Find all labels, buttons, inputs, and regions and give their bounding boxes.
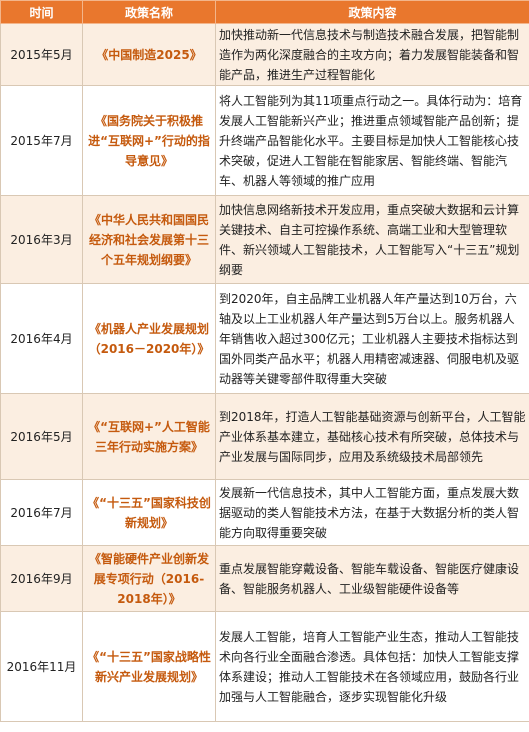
row-time: 2016年7月 (0, 479, 83, 546)
row-policy-name: 《智能硬件产业创新发展专项行动（2016-2018年）》 (82, 545, 216, 612)
row-time: 2015年7月 (0, 85, 83, 196)
policy-table: 时间 政策名称 政策内容 2015年5月 《中国制造2025》 加快推动新一代信… (0, 0, 529, 722)
row-policy-content: 发展人工智能，培育人工智能产业生态，推动人工智能技术向各行业全面融合渗透。具体包… (215, 611, 529, 722)
row-policy-content: 到2020年，自主品牌工业机器人年产量达到10万台，六轴及以上工业机器人年产量达… (215, 283, 529, 394)
header-policy-name: 政策名称 (82, 0, 216, 24)
table-row: 2016年4月 《机器人产业发展规划（2016－2020年）》 到2020年，自… (0, 283, 529, 394)
row-time: 2016年9月 (0, 545, 83, 612)
row-policy-name: 《中国制造2025》 (82, 23, 216, 86)
row-time: 2016年4月 (0, 283, 83, 394)
row-policy-content: 重点发展智能穿戴设备、智能车载设备、智能医疗健康设备、智能服务机器人、工业级智能… (215, 545, 529, 612)
row-time: 2016年11月 (0, 611, 83, 722)
table-header-row: 时间 政策名称 政策内容 (0, 0, 529, 24)
table-row: 2015年5月 《中国制造2025》 加快推动新一代信息技术与制造技术融合发展，… (0, 23, 529, 86)
table-row: 2016年11月 《“十三五”国家战略性新兴产业发展规划》 发展人工智能，培育人… (0, 611, 529, 722)
row-time: 2016年5月 (0, 393, 83, 480)
row-time: 2015年5月 (0, 23, 83, 86)
row-policy-content: 将人工智能列为其11项重点行动之一。具体行动为：培育发展人工智能新兴产业；推进重… (215, 85, 529, 196)
header-policy-content: 政策内容 (215, 0, 529, 24)
row-policy-name: 《机器人产业发展规划（2016－2020年）》 (82, 283, 216, 394)
row-policy-content: 到2018年，打造人工智能基础资源与创新平台，人工智能产业体系基本建立，基础核心… (215, 393, 529, 480)
row-policy-name: 《中华人民共和国国民经济和社会发展第十三个五年规划纲要》 (82, 195, 216, 284)
row-policy-name: 《“十三五”国家科技创新规划》 (82, 479, 216, 546)
table-row: 2016年3月 《中华人民共和国国民经济和社会发展第十三个五年规划纲要》 加快信… (0, 195, 529, 284)
table-row: 2016年9月 《智能硬件产业创新发展专项行动（2016-2018年）》 重点发… (0, 545, 529, 612)
table-row: 2015年7月 《国务院关于积极推进“互联网+”行动的指导意见》 将人工智能列为… (0, 85, 529, 196)
table-row: 2016年5月 《“互联网+”人工智能三年行动实施方案》 到2018年，打造人工… (0, 393, 529, 480)
row-time: 2016年3月 (0, 195, 83, 284)
table-row: 2016年7月 《“十三五”国家科技创新规划》 发展新一代信息技术，其中人工智能… (0, 479, 529, 546)
row-policy-name: 《国务院关于积极推进“互联网+”行动的指导意见》 (82, 85, 216, 196)
header-time: 时间 (0, 0, 83, 24)
row-policy-content: 加快推动新一代信息技术与制造技术融合发展，把智能制造作为两化深度融合的主攻方向；… (215, 23, 529, 86)
row-policy-content: 发展新一代信息技术，其中人工智能方面，重点发展大数据驱动的类人智能技术方法，在基… (215, 479, 529, 546)
row-policy-name: 《“互联网+”人工智能三年行动实施方案》 (82, 393, 216, 480)
row-policy-content: 加快信息网络新技术开发应用，重点突破大数据和云计算关键技术、自主可控操作系统、高… (215, 195, 529, 284)
row-policy-name: 《“十三五”国家战略性新兴产业发展规划》 (82, 611, 216, 722)
